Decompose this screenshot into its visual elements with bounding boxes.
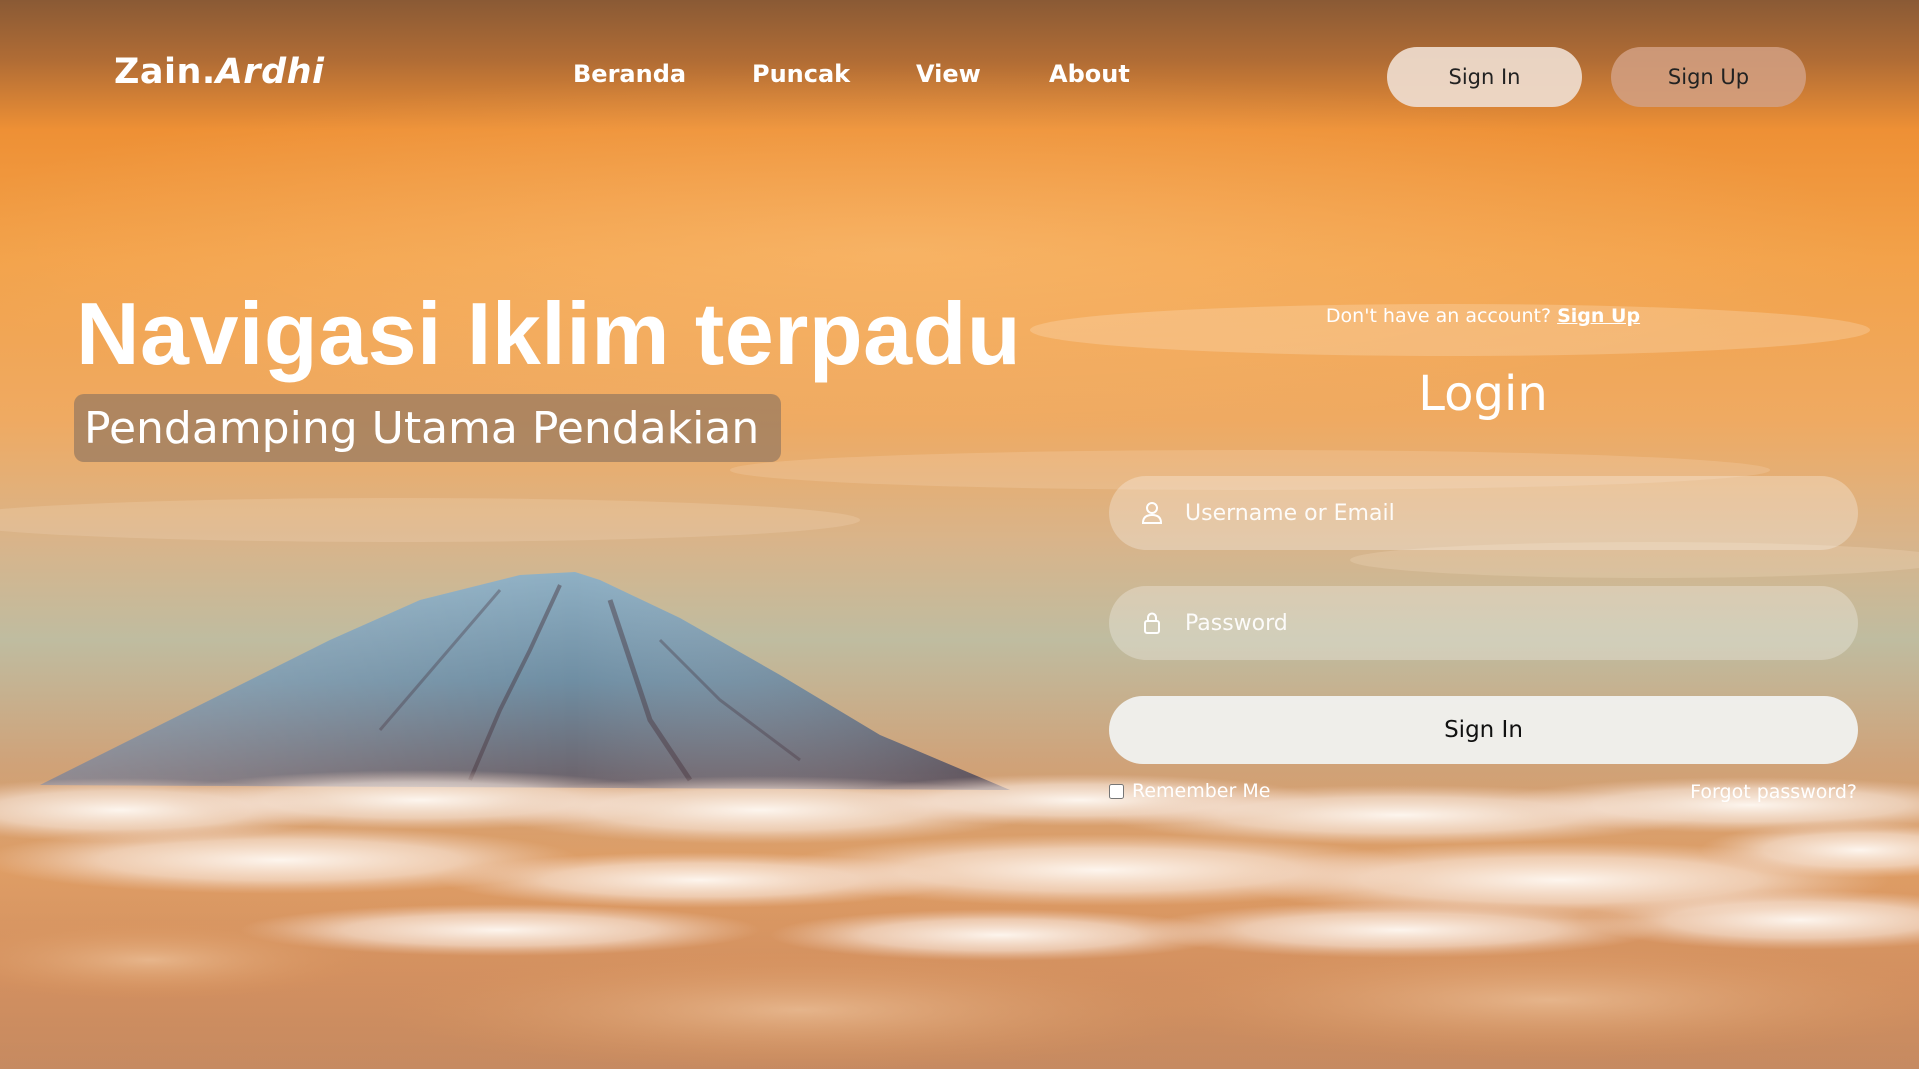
hero-subtitle: Pendamping Utama Pendakian xyxy=(84,402,760,454)
account-prompt-line: Don't have an account? Sign Up xyxy=(1110,305,1856,327)
user-icon xyxy=(1137,498,1167,528)
forgot-password-link[interactable]: Forgot password? xyxy=(1690,781,1857,803)
header-sign-up-button[interactable]: Sign Up xyxy=(1611,47,1806,107)
brand-logo[interactable]: Zain.Ardhi xyxy=(114,52,325,92)
nav-link-beranda[interactable]: Beranda xyxy=(573,60,686,88)
password-field[interactable] xyxy=(1109,586,1858,660)
hero-subtitle-badge: Pendamping Utama Pendakian xyxy=(74,394,782,462)
sign-up-link[interactable]: Sign Up xyxy=(1557,305,1640,327)
password-input[interactable] xyxy=(1183,609,1827,637)
account-prompt-text: Don't have an account? xyxy=(1325,305,1552,327)
nav-link-about[interactable]: About xyxy=(1049,60,1130,88)
header-sign-in-button[interactable]: Sign In xyxy=(1387,47,1582,107)
username-input[interactable] xyxy=(1183,499,1827,527)
nav-link-view[interactable]: View xyxy=(916,60,981,88)
hero-title: Navigasi Iklim terpadu xyxy=(76,284,1022,383)
remember-me-checkbox[interactable] xyxy=(1109,783,1124,799)
brand-suffix: Ardhi xyxy=(215,52,325,92)
username-field[interactable] xyxy=(1109,476,1858,550)
remember-me[interactable]: Remember Me xyxy=(1109,780,1270,802)
nav-link-puncak[interactable]: Puncak xyxy=(752,60,850,88)
login-submit-button[interactable]: Sign In xyxy=(1109,696,1858,764)
login-title: Login xyxy=(1418,366,1548,422)
remember-me-label: Remember Me xyxy=(1132,780,1271,802)
brand-prefix: Zain. xyxy=(114,52,216,92)
lock-icon xyxy=(1137,608,1167,638)
